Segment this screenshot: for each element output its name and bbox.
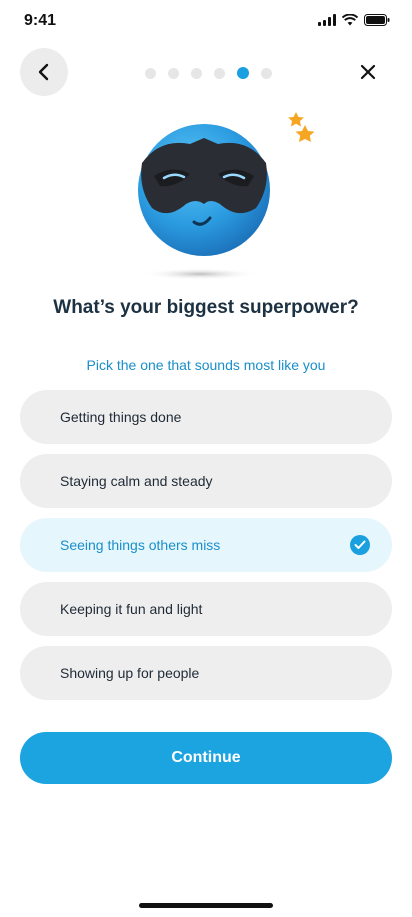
status-icons [318,14,390,26]
battery-icon [364,14,390,26]
answer-option[interactable]: Seeing things others miss [20,518,392,572]
answer-option[interactable]: Getting things done [20,390,392,444]
progress-dot [168,67,179,79]
back-button[interactable] [20,48,68,96]
answer-option[interactable]: Keeping it fun and light [20,582,392,636]
home-indicator [139,903,273,908]
top-bar [0,48,412,98]
status-time: 9:41 [24,12,57,29]
answer-option-label: Seeing things others miss [60,537,221,553]
answer-option-label: Staying calm and steady [60,473,213,489]
progress-dots [145,67,272,79]
answer-option[interactable]: Showing up for people [20,646,392,700]
question-subtitle: Pick the one that sounds most like you [86,357,326,373]
answer-option-label: Keeping it fun and light [60,601,203,617]
answer-options: Getting things done Staying calm and stea… [20,390,392,710]
progress-dot-active [237,67,249,79]
chevron-left-icon [38,63,49,81]
close-button[interactable] [344,48,392,96]
progress-dot [145,67,156,79]
signal-icon [318,14,336,26]
close-icon [360,64,376,80]
checkmark-icon [350,535,370,555]
progress-dot [191,67,202,79]
wifi-icon [342,14,358,26]
superhero-mascot-illustration [138,112,315,280]
answer-option[interactable]: Staying calm and steady [20,454,392,508]
continue-button[interactable]: Continue [20,732,392,784]
status-bar: 9:41 [0,0,412,44]
answer-option-label: Showing up for people [60,665,200,681]
answer-option-label: Getting things done [60,409,182,425]
progress-dot [261,67,272,79]
progress-dot [214,67,225,79]
question-title: What’s your biggest superpower? [53,297,359,318]
